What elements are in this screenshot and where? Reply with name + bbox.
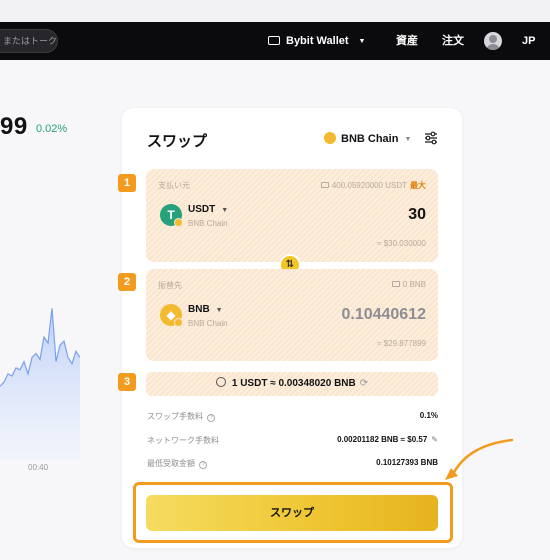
price-chart [0, 308, 80, 460]
max-button[interactable]: 最大 [410, 181, 426, 190]
step-badge-1: 1 [118, 174, 136, 192]
exchange-rate: 1 USDT ≈ 0.00348020 BNB ⟳ [146, 372, 438, 396]
swap-fee-value: 0.1% [419, 411, 438, 420]
swap-title: スワップ [147, 133, 208, 150]
market-price: 99 [0, 113, 28, 140]
nav-search-input[interactable]: またはトークンを [0, 29, 58, 53]
avatar-icon[interactable] [484, 32, 502, 50]
pay-from-balance-value: 400.05920000 USDT [331, 181, 407, 190]
nav-wallet-label: Bybit Wallet [286, 35, 349, 47]
nav-orders-link[interactable]: 注文 [442, 22, 464, 60]
chart-time-tick: 00:40 [28, 463, 49, 472]
pay-from-label: 支払い元 [158, 181, 190, 190]
chart-area-fill [0, 308, 80, 460]
pay-from-balance: 400.05920000 USDT 最大 [320, 180, 426, 191]
usdt-token-icon: T [160, 204, 183, 227]
receive-amount: 0.10440612 [341, 306, 426, 323]
min-receive-value: 0.10127393 BNB [376, 458, 438, 467]
bnb-chain-badge-icon [174, 218, 183, 227]
exchange-rate-text: 1 USDT ≈ 0.00348020 BNB [231, 378, 356, 389]
swap-fee-label: スワップ手数料? [147, 411, 215, 422]
help-icon[interactable]: ? [199, 461, 207, 469]
wallet-icon [268, 36, 280, 45]
bnb-chain-icon [324, 132, 336, 144]
chevron-down-icon: ▼ [221, 207, 229, 214]
receive-token-chain: BNB Chain [188, 319, 228, 328]
step-badge-3: 3 [118, 373, 136, 391]
pay-token-symbol: USDT [188, 204, 216, 215]
receive-panel: 振替先 0 BNB ◆ BNB ▼ BNB Chain 0.10440612 ≈ … [146, 269, 438, 361]
receive-balance-value: 0 BNB [402, 280, 426, 289]
nav-assets-link[interactable]: 資産 [396, 22, 418, 60]
wallet-icon [391, 281, 400, 287]
chevron-down-icon: ▼ [404, 136, 412, 143]
step-badge-2: 2 [118, 273, 136, 291]
bnb-chain-badge-icon [174, 318, 183, 327]
bnb-token-icon: ◆ [160, 304, 183, 327]
top-navbar: またはトークンを Bybit Wallet ▼ 資産 注文 JP [0, 22, 550, 60]
swap-button[interactable]: スワップ [146, 495, 438, 531]
nav-language-selector[interactable]: JP [522, 22, 535, 60]
nav-wallet-menu[interactable]: Bybit Wallet ▼ [268, 22, 365, 60]
edit-icon[interactable]: ✎ [431, 435, 438, 444]
pay-token-chain: BNB Chain [188, 219, 228, 228]
chevron-down-icon: ▼ [215, 307, 223, 314]
chain-selector[interactable]: BNB Chain ▼ [324, 132, 411, 145]
refresh-icon[interactable]: ⟳ [360, 378, 368, 389]
timer-icon [215, 377, 226, 387]
wallet-icon [320, 182, 329, 188]
pay-from-panel: 支払い元 400.05920000 USDT 最大 T USDT ▼ BNB Cha… [146, 169, 438, 262]
receive-token-symbol: BNB [188, 304, 210, 315]
pay-amount-input[interactable]: 30 [408, 206, 426, 224]
chain-label: BNB Chain [341, 133, 399, 145]
receive-balance: 0 BNB [391, 280, 426, 289]
chevron-down-icon: ▼ [358, 38, 366, 45]
price-change: 0.02% [36, 123, 68, 135]
receive-token-selector[interactable]: BNB ▼ [188, 304, 223, 315]
browser-top-strip [0, 0, 550, 22]
help-icon[interactable]: ? [207, 414, 215, 422]
receive-label: 振替先 [158, 281, 182, 290]
pay-token-selector[interactable]: USDT ▼ [188, 204, 228, 215]
pay-amount-usd: ≈ $30.030000 [377, 239, 426, 248]
network-fee-label: ネットワーク手数料 [147, 436, 219, 445]
network-fee-value: 0.00201182 BNB ≈ $0.57 ✎ [337, 435, 438, 444]
min-receive-label: 最低受取金額? [147, 458, 207, 469]
settings-sliders-icon[interactable] [424, 131, 438, 145]
receive-amount-usd: ≈ $29.877899 [377, 339, 426, 348]
pointer-arrow-icon [445, 438, 514, 480]
